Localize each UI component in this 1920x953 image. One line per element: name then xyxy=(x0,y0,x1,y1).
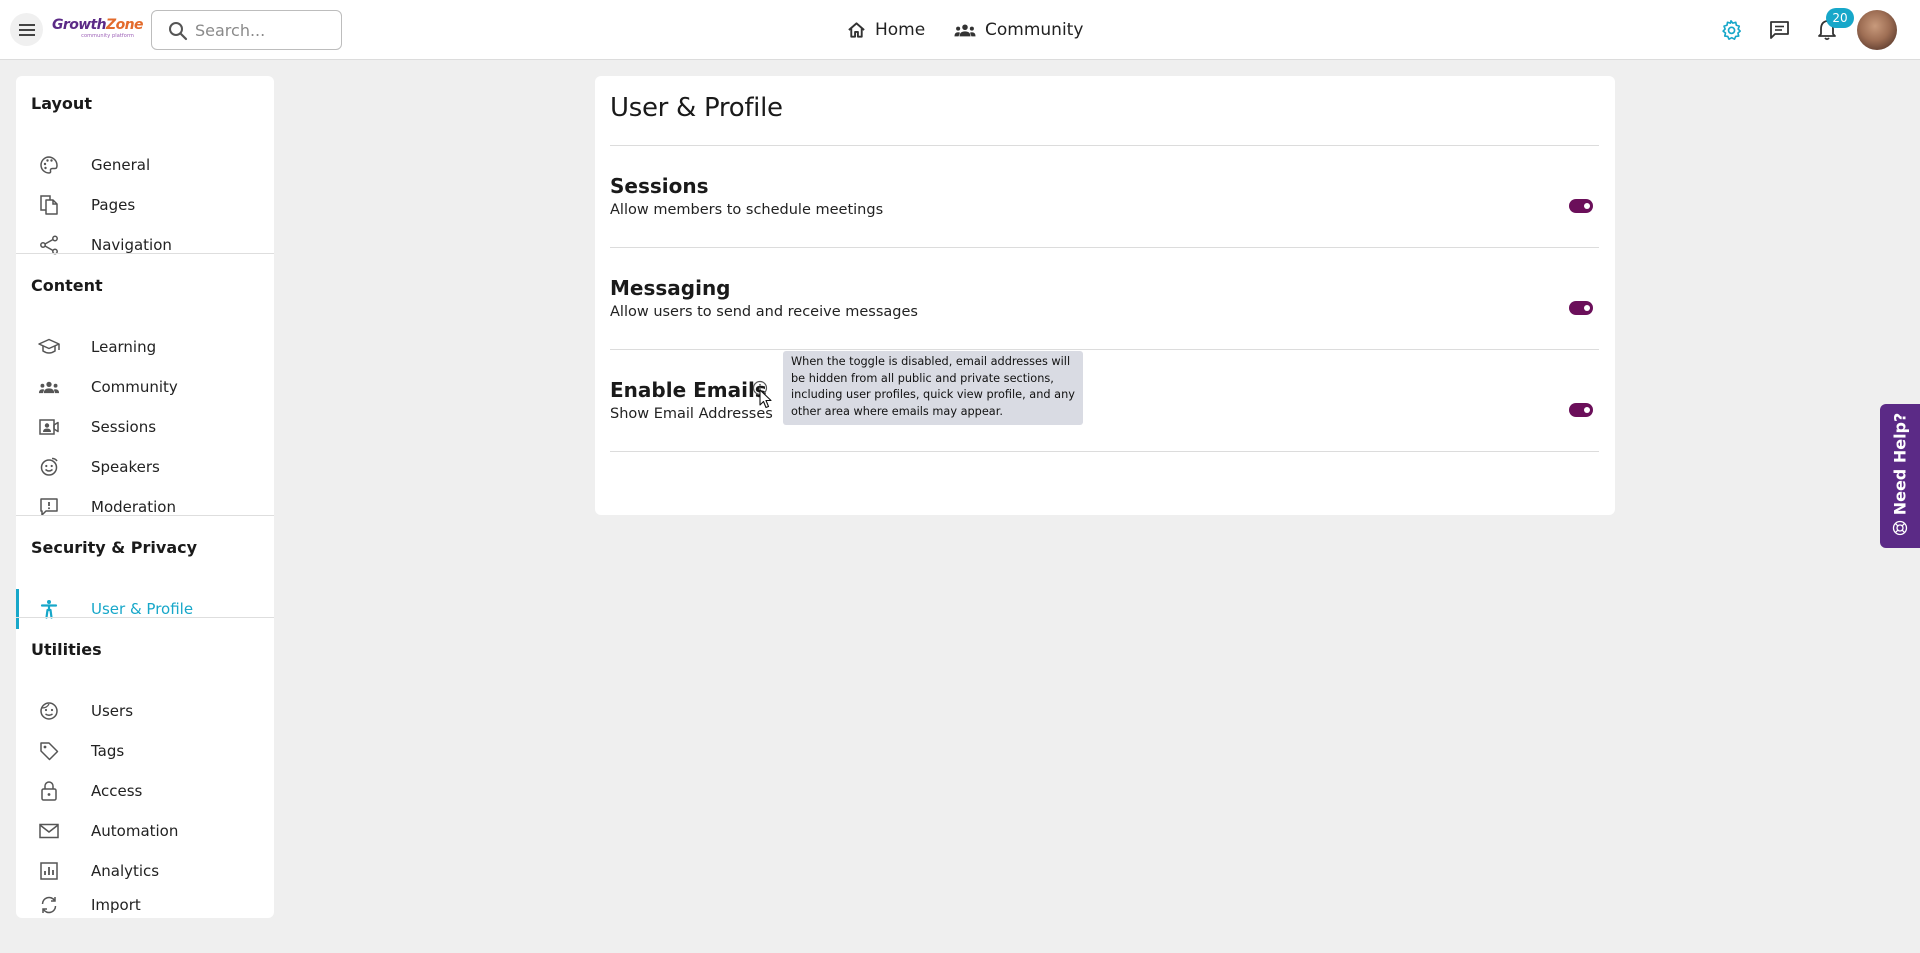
messages-button[interactable] xyxy=(1766,17,1792,43)
sidebar-divider xyxy=(16,253,274,254)
sidebar-item-automation[interactable]: Automation xyxy=(16,811,274,851)
mouse-pointer-icon xyxy=(759,389,772,409)
sidebar-item-label: Sessions xyxy=(91,418,157,436)
sidebar-item-label: Analytics xyxy=(91,862,160,880)
section-title-utilities: Utilities xyxy=(31,640,102,659)
nav-home-label: Home xyxy=(875,20,926,40)
page-title: User & Profile xyxy=(610,93,783,123)
divider xyxy=(610,247,1599,248)
sidebar-item-label: Learning xyxy=(91,338,157,356)
sidebar-item-import[interactable]: Import xyxy=(16,891,274,918)
sidebar-item-moderation[interactable]: Moderation xyxy=(16,487,274,527)
sidebar-item-label: Moderation xyxy=(91,498,176,516)
sidebar-item-analytics[interactable]: Analytics xyxy=(16,851,274,891)
sidebar-item-label: General xyxy=(91,156,151,174)
sidebar-item-access[interactable]: Access xyxy=(16,771,274,811)
lock-icon xyxy=(38,781,60,801)
menu-button[interactable] xyxy=(10,13,43,46)
mail-icon xyxy=(38,821,60,841)
setting-desc-messaging: Allow users to send and receive messages xyxy=(610,304,918,320)
palette-icon xyxy=(38,155,60,175)
logo-subtitle: community platform xyxy=(81,33,134,39)
smile-icon xyxy=(38,457,60,477)
section-title-layout: Layout xyxy=(31,94,92,113)
hamburger-icon-line xyxy=(19,34,35,36)
share-icon xyxy=(38,235,60,255)
logo-text-accent: Zone xyxy=(106,17,143,33)
sidebar-item-label: Access xyxy=(91,782,143,800)
sidebar-item-users[interactable]: Users xyxy=(16,691,274,731)
sidebar-item-label: Speakers xyxy=(91,458,160,476)
people-icon xyxy=(954,24,976,37)
hamburger-icon xyxy=(19,24,35,26)
need-help-tab[interactable]: Need Help? xyxy=(1880,404,1920,548)
setting-title-sessions: Sessions xyxy=(610,174,709,198)
sidebar-item-label: Import xyxy=(91,895,141,914)
pages-icon xyxy=(38,195,60,215)
setting-desc-sessions: Allow members to schedule meetings xyxy=(610,202,884,218)
sessions-toggle[interactable] xyxy=(1569,199,1593,213)
setting-title-messaging: Messaging xyxy=(610,276,731,300)
sidebar-item-label: Tags xyxy=(91,742,125,760)
avatar[interactable] xyxy=(1857,10,1897,50)
divider xyxy=(610,145,1599,146)
sidebar-divider xyxy=(16,617,274,618)
divider xyxy=(610,349,1599,350)
section-title-content: Content xyxy=(31,276,103,295)
logo-text: Growth xyxy=(52,17,107,33)
setting-title-emails: Enable Emails xyxy=(610,378,767,402)
sidebar-item-user-profile[interactable]: User & Profile xyxy=(16,589,274,629)
people-icon xyxy=(38,377,60,397)
accessibility-icon xyxy=(38,599,60,619)
sidebar-item-speakers[interactable]: Speakers xyxy=(16,447,274,487)
chart-icon xyxy=(38,861,60,881)
sidebar-item-tags[interactable]: Tags xyxy=(16,731,274,771)
search-icon xyxy=(169,22,188,41)
face-icon xyxy=(38,701,60,721)
sidebar-item-general[interactable]: General xyxy=(16,145,274,185)
report-icon xyxy=(38,497,60,517)
lifebuoy-icon xyxy=(1892,520,1908,536)
divider xyxy=(610,451,1599,452)
nav-home[interactable]: Home xyxy=(847,18,925,42)
search-box[interactable] xyxy=(151,10,342,50)
settings-card: User & Profile Sessions Allow members to… xyxy=(595,76,1615,515)
sidebar-item-label: Navigation xyxy=(91,236,172,254)
settings-button[interactable] xyxy=(1718,17,1744,43)
tag-icon xyxy=(38,741,60,761)
section-title-security: Security & Privacy xyxy=(31,538,198,557)
search-input[interactable] xyxy=(195,20,335,40)
sidebar-item-learning[interactable]: Learning xyxy=(16,327,274,367)
home-icon xyxy=(848,22,865,38)
settings-sidebar: Layout General Pages Navigation Content … xyxy=(16,76,274,918)
nav-community-label: Community xyxy=(985,20,1084,40)
sidebar-item-pages[interactable]: Pages xyxy=(16,185,274,225)
nav-community[interactable]: Community xyxy=(954,18,1083,42)
emails-toggle[interactable] xyxy=(1569,403,1593,417)
sidebar-item-label: Users xyxy=(91,702,134,720)
notification-badge: 20 xyxy=(1826,8,1854,28)
top-bar: GrowthZone community platform Home Commu… xyxy=(0,0,1920,60)
sidebar-item-label: Automation xyxy=(91,822,179,840)
need-help-label: Need Help? xyxy=(1890,412,1910,516)
sidebar-item-label: Pages xyxy=(91,196,136,214)
sidebar-item-sessions[interactable]: Sessions xyxy=(16,407,274,447)
graduation-cap-icon xyxy=(38,337,60,357)
sidebar-item-community[interactable]: Community xyxy=(16,367,274,407)
messaging-toggle[interactable] xyxy=(1569,301,1593,315)
growthzone-logo[interactable]: GrowthZone community platform xyxy=(52,17,143,42)
setting-desc-emails: Show Email Addresses xyxy=(610,406,773,422)
sync-icon xyxy=(38,895,60,915)
sidebar-item-navigation[interactable]: Navigation xyxy=(16,225,274,265)
sidebar-item-label: User & Profile xyxy=(91,600,194,618)
gear-icon xyxy=(1722,20,1741,40)
hamburger-icon-line xyxy=(19,29,35,31)
sidebar-divider xyxy=(16,515,274,516)
video-user-icon xyxy=(38,417,60,437)
sidebar-item-label: Community xyxy=(91,378,178,396)
chat-icon xyxy=(1769,21,1789,39)
tooltip: When the toggle is disabled, email addre… xyxy=(783,351,1083,425)
